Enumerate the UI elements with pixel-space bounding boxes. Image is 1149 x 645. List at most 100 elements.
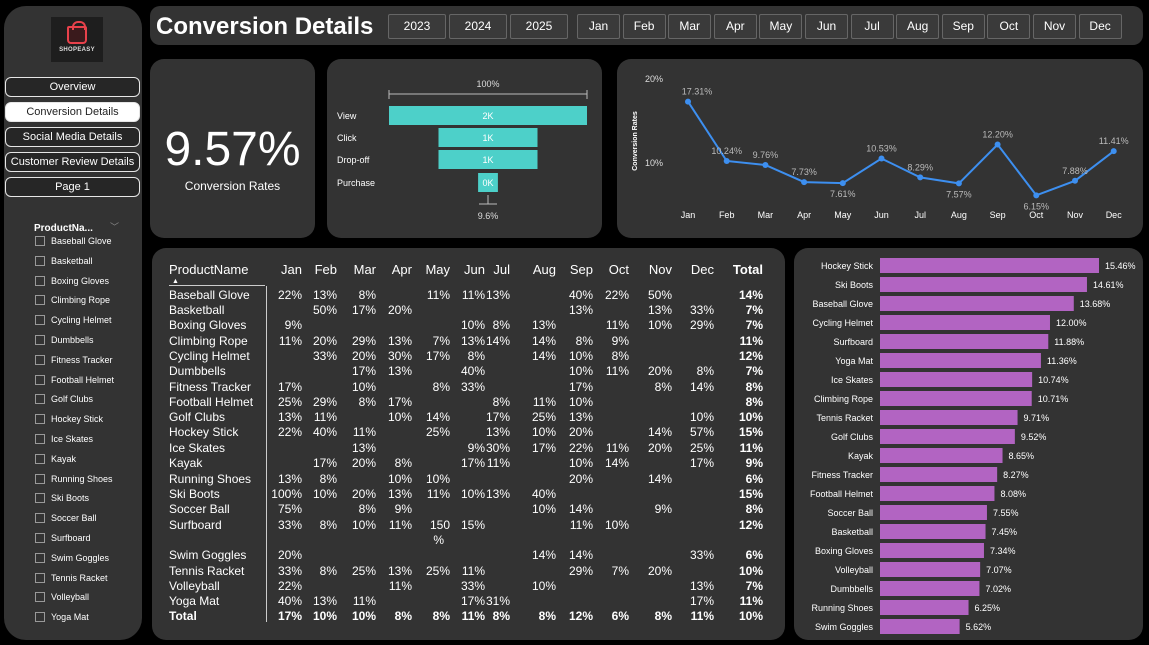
- checkbox[interactable]: [35, 493, 45, 504]
- checkbox[interactable]: [35, 552, 45, 563]
- slicer-item[interactable]: Swim Goggles: [35, 551, 109, 565]
- funnel-chart[interactable]: 100% View 2K Click 1K Drop-off 1K Purchase 0K 9.6…: [327, 59, 602, 238]
- month-jul[interactable]: Jul: [850, 14, 894, 39]
- bar[interactable]: [880, 429, 1015, 444]
- data-point[interactable]: [723, 157, 730, 164]
- year-2023[interactable]: 2023: [388, 14, 446, 39]
- checkbox[interactable]: [35, 335, 45, 345]
- table-header[interactable]: Feb: [297, 262, 337, 277]
- sort-ascending-icon[interactable]: ▲: [172, 278, 179, 285]
- checkbox[interactable]: [35, 295, 45, 306]
- month-dec[interactable]: Dec: [1078, 14, 1122, 39]
- data-point[interactable]: [1033, 192, 1040, 199]
- slicer-item[interactable]: Soccer Ball: [35, 511, 97, 525]
- checkbox[interactable]: [35, 275, 45, 286]
- checkbox[interactable]: [35, 592, 45, 603]
- data-point[interactable]: [917, 174, 924, 181]
- bar[interactable]: [880, 372, 1033, 387]
- slicer-item[interactable]: Kayak: [35, 452, 76, 466]
- month-nov[interactable]: Nov: [1033, 14, 1076, 39]
- bar[interactable]: [880, 600, 969, 615]
- checkbox[interactable]: [35, 315, 45, 326]
- bar[interactable]: [880, 486, 995, 501]
- checkbox[interactable]: [35, 513, 45, 524]
- nav-page-1[interactable]: Page 1: [5, 177, 140, 197]
- slicer-item[interactable]: Boxing Gloves: [35, 274, 109, 288]
- checkbox[interactable]: [35, 374, 45, 385]
- year-2025[interactable]: 2025: [510, 14, 568, 39]
- table-header[interactable]: Mar: [336, 262, 376, 277]
- nav-social-media-details[interactable]: Social Media Details: [5, 127, 140, 147]
- slicer-item[interactable]: Climbing Rope: [35, 293, 110, 307]
- checkbox[interactable]: [35, 572, 45, 583]
- table-header[interactable]: Nov: [632, 262, 672, 277]
- slicer-item[interactable]: Running Shoes: [35, 472, 113, 486]
- table-header[interactable]: Apr: [372, 262, 412, 277]
- line-chart[interactable]: Conversion Rates 10% 20% 17.31% Jan 10.24% Feb…: [617, 59, 1143, 238]
- checkbox[interactable]: [35, 453, 45, 464]
- checkbox[interactable]: [35, 236, 45, 246]
- bar[interactable]: [880, 467, 998, 482]
- month-jan[interactable]: Jan: [577, 14, 620, 39]
- bar[interactable]: [880, 581, 980, 596]
- table-header[interactable]: Sep: [553, 262, 593, 277]
- month-feb[interactable]: Feb: [622, 14, 666, 39]
- bar[interactable]: [880, 258, 1099, 273]
- table-header[interactable]: Jul: [470, 262, 510, 277]
- data-point[interactable]: [685, 98, 691, 105]
- checkbox[interactable]: [35, 255, 45, 266]
- checkbox[interactable]: [35, 394, 45, 405]
- slicer-item[interactable]: Yoga Mat: [35, 610, 89, 624]
- slicer-item[interactable]: Hockey Stick: [35, 412, 103, 426]
- bar[interactable]: [880, 448, 1003, 463]
- table-header[interactable]: May: [410, 262, 450, 277]
- bar[interactable]: [880, 619, 960, 634]
- slicer-item[interactable]: Surfboard: [35, 531, 91, 545]
- checkbox[interactable]: [35, 533, 45, 543]
- bar[interactable]: [880, 562, 981, 577]
- bar[interactable]: [880, 315, 1050, 330]
- checkbox[interactable]: [35, 612, 45, 623]
- slicer-item[interactable]: Tennis Racket: [35, 571, 108, 585]
- data-point[interactable]: [839, 180, 846, 187]
- data-point[interactable]: [1110, 148, 1117, 155]
- slicer-item[interactable]: Ski Boots: [35, 491, 89, 505]
- nav-conversion-details[interactable]: Conversion Details: [5, 102, 140, 122]
- slicer-item[interactable]: Golf Clubs: [35, 392, 93, 406]
- slicer-item[interactable]: Fitness Tracker: [35, 353, 113, 367]
- bar[interactable]: [880, 277, 1087, 292]
- month-mar[interactable]: Mar: [668, 14, 712, 39]
- chevron-down-icon[interactable]: ﹀: [110, 220, 119, 233]
- table-header[interactable]: Oct: [589, 262, 629, 277]
- nav-customer-review-details[interactable]: Customer Review Details: [5, 152, 140, 172]
- conversion-matrix-table[interactable]: ProductName Jan Feb Mar Apr May Jun Jul Aug Sep Oc…: [152, 248, 785, 640]
- slicer-item[interactable]: Volleyball: [35, 590, 89, 604]
- data-point[interactable]: [762, 162, 769, 169]
- bar[interactable]: [880, 505, 987, 520]
- bar[interactable]: [880, 524, 986, 539]
- month-aug[interactable]: Aug: [896, 14, 940, 39]
- table-header[interactable]: Jan: [262, 262, 302, 277]
- checkbox[interactable]: [35, 473, 45, 484]
- slicer-item[interactable]: Football Helmet: [35, 373, 114, 387]
- data-point[interactable]: [1072, 177, 1078, 184]
- bar[interactable]: [880, 296, 1074, 311]
- slicer-item[interactable]: Ice Skates: [35, 432, 93, 446]
- checkbox[interactable]: [35, 434, 45, 444]
- data-point[interactable]: [955, 180, 962, 187]
- year-2024[interactable]: 2024: [449, 14, 507, 39]
- product-bar-chart[interactable]: Hockey Stick 15.46% Ski Boots 14.61% Basebal…: [794, 248, 1143, 640]
- slicer-item[interactable]: Baseball Glove: [35, 234, 112, 248]
- bar[interactable]: [880, 543, 984, 558]
- nav-overview[interactable]: Overview: [5, 77, 140, 97]
- slicer-item[interactable]: Basketball: [35, 254, 93, 268]
- bar[interactable]: [880, 391, 1032, 406]
- table-header[interactable]: Total: [723, 262, 763, 277]
- month-oct[interactable]: Oct: [987, 14, 1031, 39]
- month-may[interactable]: May: [759, 14, 803, 39]
- data-point[interactable]: [994, 141, 1001, 148]
- table-header[interactable]: Aug: [516, 262, 556, 277]
- data-point[interactable]: [801, 179, 808, 186]
- bar[interactable]: [880, 353, 1041, 368]
- slicer-item[interactable]: Dumbbells: [35, 333, 94, 347]
